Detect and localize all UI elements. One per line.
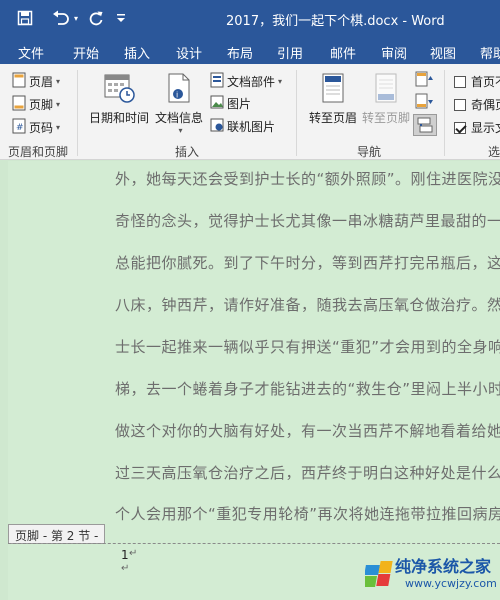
redo-icon[interactable] bbox=[86, 8, 106, 28]
group-label-navigation: 导航 bbox=[357, 145, 382, 159]
checkbox-box-checked bbox=[454, 121, 466, 134]
online-picture-icon bbox=[210, 118, 224, 135]
online-picture-label: 联机图片 bbox=[227, 120, 276, 134]
tab-file[interactable]: 文件 bbox=[18, 43, 44, 62]
picture-button[interactable]: 图片 bbox=[210, 95, 251, 112]
next-section-icon[interactable] bbox=[414, 92, 436, 112]
watermark-url: www.ycwjzy.com bbox=[405, 577, 497, 590]
body-text-line: 总能把你腻死。到了下午时分，等到西芹打完吊瓶后，这颗糖 bbox=[115, 254, 500, 272]
different-odd-even-checkbox[interactable]: 奇偶页 bbox=[454, 96, 500, 113]
page-number-button[interactable]: # 页码 ▾ bbox=[12, 118, 60, 137]
chevron-down-icon: ▾ bbox=[56, 123, 61, 132]
tab-review[interactable]: 审阅 bbox=[381, 43, 407, 62]
footer-label: 页脚 bbox=[29, 98, 54, 112]
doc-parts-label: 文档部件 bbox=[227, 75, 276, 89]
footer-page-number[interactable]: 1 bbox=[121, 548, 129, 562]
header-icon bbox=[12, 72, 26, 91]
first-page-label: 首页不 bbox=[471, 75, 500, 89]
group-separator bbox=[296, 70, 297, 156]
previous-section-icon[interactable] bbox=[414, 70, 436, 90]
document-info-icon: i bbox=[166, 72, 192, 107]
group-label-options: 选 bbox=[488, 145, 500, 159]
chevron-down-icon: ▾ bbox=[56, 77, 61, 86]
doc-info-button[interactable]: i 文档信息 ▾ bbox=[152, 72, 206, 135]
chevron-down-icon: ▾ bbox=[56, 100, 61, 109]
watermark-logo-icon bbox=[365, 561, 393, 587]
goto-header-label: 转至页眉 bbox=[308, 111, 357, 125]
link-to-previous-icon[interactable] bbox=[413, 114, 437, 136]
ribbon-tabs: 文件 开始 插入 设计 布局 引用 邮件 审阅 视图 帮助 bbox=[0, 36, 500, 64]
page-number-icon: # bbox=[12, 118, 26, 137]
group-separator bbox=[77, 70, 78, 156]
goto-footer-button[interactable]: 转至页脚 bbox=[360, 72, 412, 126]
group-label-header-footer: 页眉和页脚 bbox=[8, 145, 69, 159]
body-text-line: 梯，去一个蜷着身子才能钻进去的“救生仓”里闷上半小时。 bbox=[115, 380, 500, 398]
body-text-line: 做这个对你的大脑有好处，有一次当西芹不解地看着给她作 bbox=[115, 422, 500, 440]
chevron-down-icon: ▾ bbox=[278, 77, 283, 86]
window-title: 2017，我们一起下个棋.docx - Word bbox=[226, 14, 445, 29]
ribbon: 页眉 ▾ 页脚 ▾ # 页码 ▾ 页眉和页脚 日期和时间 i 文档信息 ▾ 文档… bbox=[0, 64, 500, 160]
show-doc-label: 显示文 bbox=[471, 121, 500, 135]
footer-icon bbox=[12, 95, 26, 114]
tab-view[interactable]: 视图 bbox=[430, 43, 456, 62]
goto-footer-label: 转至页脚 bbox=[361, 111, 410, 125]
picture-label: 图片 bbox=[227, 97, 252, 111]
footer-boundary-line bbox=[8, 543, 500, 544]
tab-insert[interactable]: 插入 bbox=[124, 43, 150, 62]
show-document-text-checkbox[interactable]: 显示文 bbox=[454, 119, 500, 136]
checkbox-box bbox=[454, 98, 466, 111]
chevron-down-icon: ▾ bbox=[178, 126, 183, 135]
paragraph-mark: ↵ bbox=[121, 563, 130, 574]
tab-layout[interactable]: 布局 bbox=[227, 43, 253, 62]
tab-help[interactable]: 帮助 bbox=[480, 43, 500, 62]
checkbox-box bbox=[454, 75, 466, 88]
page-number-label: 页码 bbox=[29, 121, 54, 135]
body-text-line: 奇怪的念头，觉得护士长尤其像一串冰糖葫芦里最甜的一颗 bbox=[115, 212, 500, 230]
title-bar: ▾ 2017，我们一起下个棋.docx - Word bbox=[0, 0, 500, 36]
tab-mailings[interactable]: 邮件 bbox=[330, 43, 356, 62]
tab-home[interactable]: 开始 bbox=[73, 43, 99, 62]
group-separator bbox=[444, 70, 445, 156]
svg-text:#: # bbox=[16, 123, 24, 133]
different-first-page-checkbox[interactable]: 首页不 bbox=[454, 73, 500, 90]
body-text-line: 外，她每天还会受到护士长的“额外照顾”。刚住进医院没几 bbox=[115, 170, 500, 188]
tab-design[interactable]: 设计 bbox=[176, 43, 202, 62]
tab-references[interactable]: 引用 bbox=[277, 43, 303, 62]
body-text-line: 士长一起推来一辆似乎只有押送“重犯”才会用到的全身响个 bbox=[115, 338, 500, 356]
header-button[interactable]: 页眉 ▾ bbox=[12, 72, 60, 91]
site-watermark: 纯净系统之家 www.ycwjzy.com bbox=[365, 551, 500, 600]
goto-footer-icon bbox=[373, 72, 399, 107]
customize-qat-icon[interactable] bbox=[114, 8, 128, 28]
doc-info-label: 文档信息 bbox=[154, 111, 203, 125]
quick-parts-icon bbox=[210, 72, 224, 91]
undo-dropdown-icon[interactable]: ▾ bbox=[70, 8, 82, 28]
odd-even-label: 奇偶页 bbox=[471, 98, 500, 112]
goto-header-button[interactable]: 转至页眉 bbox=[305, 72, 361, 126]
date-time-label: 日期和时间 bbox=[88, 111, 149, 125]
footer-button[interactable]: 页脚 ▾ bbox=[12, 95, 60, 114]
body-text-line: 过三天高压氧仓治疗之后，西芹终于明白这种好处是什么了 bbox=[115, 464, 500, 482]
date-time-button[interactable]: 日期和时间 bbox=[88, 72, 150, 126]
watermark-text: 纯净系统之家 bbox=[395, 557, 492, 576]
goto-header-icon bbox=[320, 72, 346, 107]
svg-text:i: i bbox=[176, 91, 178, 100]
group-label-insert: 插入 bbox=[175, 145, 200, 159]
body-text-line: 个人会用那个“重犯专用轮椅”再次将她连拖带拉推回病房。 bbox=[115, 505, 500, 523]
paragraph-mark: ↵ bbox=[129, 548, 138, 559]
undo-icon[interactable] bbox=[50, 8, 72, 28]
calendar-clock-icon bbox=[102, 72, 136, 107]
online-picture-button[interactable]: 联机图片 bbox=[210, 118, 275, 135]
body-text-line: 八床，钟西芹，请作好准备，随我去高压氧仓做治疗。然后 bbox=[115, 296, 500, 314]
picture-icon bbox=[210, 95, 224, 112]
word-window: ▾ 2017，我们一起下个棋.docx - Word 文件 开始 插入 设计 布… bbox=[0, 0, 500, 600]
save-icon[interactable] bbox=[14, 8, 36, 28]
doc-parts-button[interactable]: 文档部件 ▾ bbox=[210, 72, 282, 91]
footer-section-tag: 页脚 - 第 2 节 - bbox=[8, 524, 106, 544]
header-label: 页眉 bbox=[29, 75, 54, 89]
